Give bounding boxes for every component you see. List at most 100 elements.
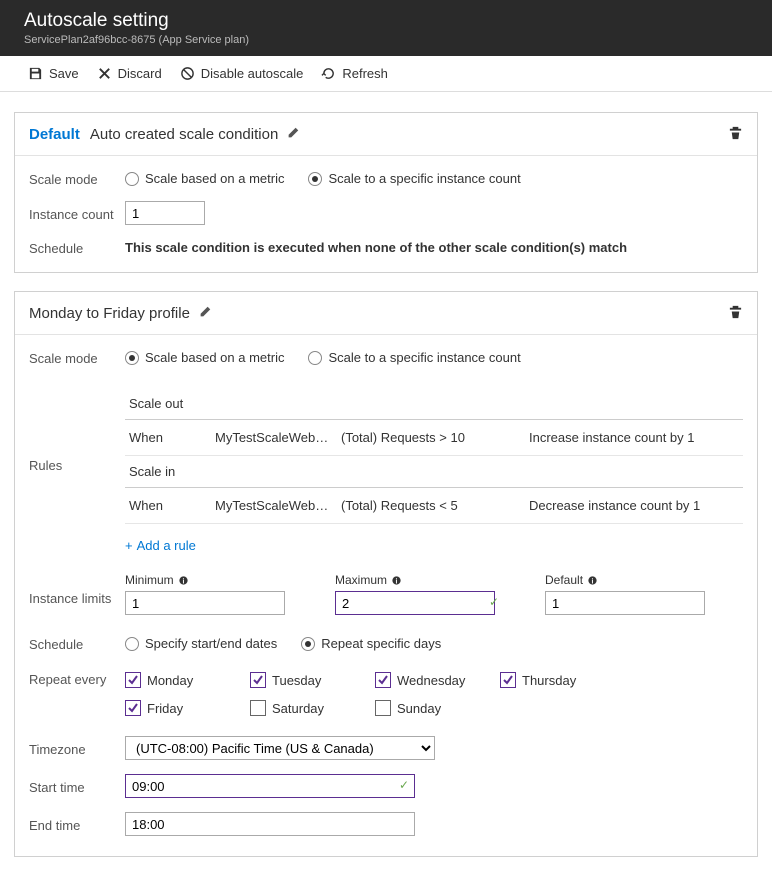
friday-checkbox[interactable]: Friday <box>125 694 250 722</box>
condition-title: Auto created scale condition <box>90 126 278 143</box>
panel-header: Monday to Friday profile <box>15 292 757 335</box>
pencil-icon <box>286 126 300 140</box>
start-time-row: Start time ✓ <box>29 774 743 798</box>
start-time-label: Start time <box>29 778 125 795</box>
content: Default Auto created scale condition Sca… <box>0 92 772 895</box>
repeat-days-radio[interactable]: Repeat specific days <box>301 636 441 651</box>
delete-button[interactable] <box>728 304 743 322</box>
svg-text:i: i <box>182 578 184 585</box>
disable-autoscale-button[interactable]: Disable autoscale <box>180 66 304 81</box>
svg-text:i: i <box>396 578 398 585</box>
save-button[interactable]: Save <box>28 66 79 81</box>
end-time-input[interactable] <box>125 812 415 836</box>
default-condition-panel: Default Auto created scale condition Sca… <box>14 112 758 273</box>
schedule-radio-group: Specify start/end dates Repeat specific … <box>125 636 441 651</box>
scale-out-title: Scale out <box>125 388 743 420</box>
rule-when: When <box>129 498 207 513</box>
scale-in-section: Scale in When MyTestScaleWebA… (Total) R… <box>125 456 743 524</box>
plus-icon: + <box>125 538 133 553</box>
end-time-label: End time <box>29 816 125 833</box>
rule-action: Increase instance count by 1 <box>529 430 739 445</box>
scale-mode-row: Scale mode Scale based on a metric Scale… <box>29 349 743 366</box>
default-input[interactable] <box>545 591 705 615</box>
thursday-checkbox[interactable]: Thursday <box>500 666 625 694</box>
rule-row[interactable]: When MyTestScaleWebA… (Total) Requests <… <box>125 488 743 524</box>
info-icon[interactable]: i <box>391 575 402 586</box>
instance-limits-label: Instance limits <box>29 573 125 606</box>
maximum-col: Maximumi ✓ <box>335 573 505 615</box>
scale-mode-row: Scale mode Scale based on a metric Scale… <box>29 170 743 187</box>
tuesday-checkbox[interactable]: Tuesday <box>250 666 375 694</box>
refresh-button[interactable]: Refresh <box>321 66 388 81</box>
limits-group: Minimumi Maximumi ✓ Defaulti <box>125 573 743 615</box>
monday-checkbox[interactable]: Monday <box>125 666 250 694</box>
timezone-row: Timezone (UTC-08:00) Pacific Time (US & … <box>29 736 743 760</box>
disable-icon <box>180 66 195 81</box>
sunday-checkbox[interactable]: Sunday <box>375 694 500 722</box>
instance-count-row: Instance count <box>29 201 743 225</box>
scale-out-section: Scale out When MyTestScaleWebA… (Total) … <box>125 388 743 456</box>
timezone-label: Timezone <box>29 740 125 757</box>
trash-icon <box>728 304 743 319</box>
panel-body: Scale mode Scale based on a metric Scale… <box>15 156 757 272</box>
instance-count-input[interactable] <box>125 201 205 225</box>
panel-header: Default Auto created scale condition <box>15 113 757 156</box>
svg-text:i: i <box>592 578 594 585</box>
maximum-label: Maximumi <box>335 573 505 587</box>
scale-mode-label: Scale mode <box>29 170 125 187</box>
checkmark-icon: ✓ <box>399 778 409 792</box>
edit-title-button[interactable] <box>286 126 300 143</box>
page-subtitle: ServicePlan2af96bcc-8675 (App Service pl… <box>24 34 754 46</box>
scale-mode-label: Scale mode <box>29 349 125 366</box>
rule-when: When <box>129 430 207 445</box>
default-col: Defaulti <box>545 573 715 615</box>
close-icon <box>97 66 112 81</box>
radio-group: Scale based on a metric Scale to a speci… <box>125 350 521 365</box>
saturday-checkbox[interactable]: Saturday <box>250 694 375 722</box>
minimum-label: Minimumi <box>125 573 295 587</box>
rule-condition: (Total) Requests > 10 <box>341 430 521 445</box>
scale-in-title: Scale in <box>125 456 743 488</box>
schedule-note: This scale condition is executed when no… <box>125 240 627 255</box>
timezone-select[interactable]: (UTC-08:00) Pacific Time (US & Canada) <box>125 736 435 760</box>
info-icon[interactable]: i <box>587 575 598 586</box>
minimum-input[interactable] <box>125 591 285 615</box>
page-header: Autoscale setting ServicePlan2af96bcc-86… <box>0 0 772 56</box>
edit-title-button[interactable] <box>198 305 212 322</box>
rule-resource: MyTestScaleWebA… <box>215 430 333 445</box>
info-icon[interactable]: i <box>178 575 189 586</box>
radio-group: Scale based on a metric Scale to a speci… <box>125 171 521 186</box>
start-time-input[interactable] <box>125 774 415 798</box>
scale-specific-radio[interactable]: Scale to a specific instance count <box>308 171 520 186</box>
toolbar: Save Discard Disable autoscale Refresh <box>0 56 772 92</box>
panel-body: Scale mode Scale based on a metric Scale… <box>15 335 757 856</box>
rules-label: Rules <box>29 388 125 473</box>
schedule-row: Schedule This scale condition is execute… <box>29 239 743 256</box>
repeat-every-row: Repeat every Monday Tuesday Wednesday Th… <box>29 666 743 722</box>
delete-button[interactable] <box>728 125 743 143</box>
rule-condition: (Total) Requests < 5 <box>341 498 521 513</box>
schedule-label: Schedule <box>29 635 125 652</box>
instance-count-label: Instance count <box>29 205 125 222</box>
rule-resource: MyTestScaleWebA… <box>215 498 333 513</box>
add-rule-button[interactable]: + Add a rule <box>125 538 743 553</box>
wednesday-checkbox[interactable]: Wednesday <box>375 666 500 694</box>
rule-action: Decrease instance count by 1 <box>529 498 739 513</box>
profile-title: Monday to Friday profile <box>29 305 190 322</box>
rules-area: Scale out When MyTestScaleWebA… (Total) … <box>125 388 743 553</box>
repeat-every-label: Repeat every <box>29 666 125 687</box>
rule-row[interactable]: When MyTestScaleWebA… (Total) Requests >… <box>125 420 743 456</box>
profile-panel: Monday to Friday profile Scale mode Scal… <box>14 291 758 857</box>
schedule-row: Schedule Specify start/end dates Repeat … <box>29 635 743 652</box>
instance-limits-row: Instance limits Minimumi Maximumi ✓ Defa… <box>29 573 743 615</box>
scale-metric-radio[interactable]: Scale based on a metric <box>125 350 284 365</box>
discard-button[interactable]: Discard <box>97 66 162 81</box>
scale-metric-radio[interactable]: Scale based on a metric <box>125 171 284 186</box>
maximum-input[interactable] <box>335 591 495 615</box>
specify-dates-radio[interactable]: Specify start/end dates <box>125 636 277 651</box>
days-group: Monday Tuesday Wednesday Thursday Friday… <box>125 666 743 722</box>
refresh-icon <box>321 66 336 81</box>
default-badge: Default <box>29 126 80 143</box>
rules-row: Rules Scale out When MyTestScaleWebA… (T… <box>29 388 743 553</box>
scale-specific-radio[interactable]: Scale to a specific instance count <box>308 350 520 365</box>
